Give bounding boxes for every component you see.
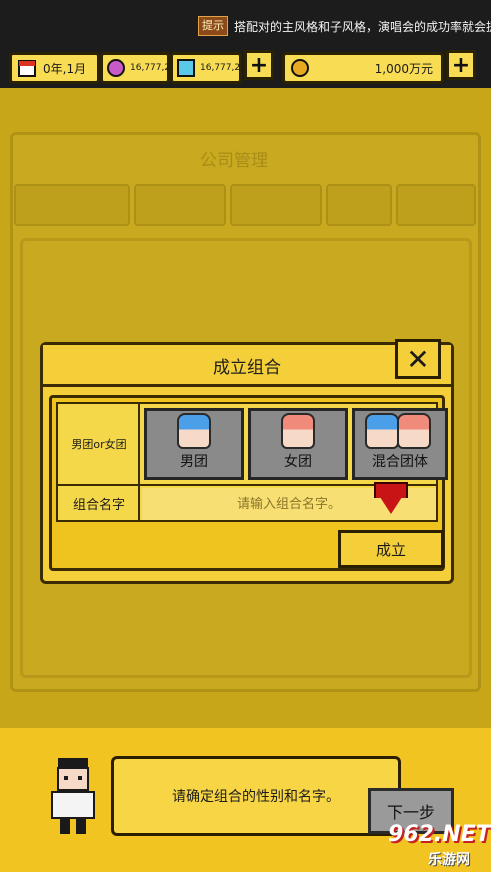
add-money-button[interactable]: + xyxy=(446,50,476,80)
blue-gem-display: 16,777,215 xyxy=(170,52,252,84)
tip-text: 搭配对的主风格和子风格，演唱会的成功率就会提 xyxy=(234,19,491,34)
dialog-header: 成立组合 xyxy=(43,345,451,387)
create-group-dialog: 成立组合 ✕ 男团or女团 组合名字 男团 女团 混合团体 请输入组合名字。 成… xyxy=(40,339,454,584)
background-tab xyxy=(14,184,130,226)
pink-gem-display: 16,777,215 xyxy=(100,52,182,84)
dialog-title: 成立组合 xyxy=(213,358,281,378)
date-value: 0年,1月 xyxy=(43,61,87,76)
background-tab xyxy=(230,184,322,226)
dialog-body: 男团or女团 组合名字 男团 女团 混合团体 成立 xyxy=(49,395,448,571)
girl-group-label: 女团 xyxy=(284,454,312,470)
boy-group-button[interactable]: 男团 xyxy=(144,408,244,480)
pink-gem-icon xyxy=(107,57,125,79)
boy-group-label: 男团 xyxy=(180,454,208,470)
tip-tag: 提示 xyxy=(198,16,228,36)
boy-avatar-icon xyxy=(365,413,399,449)
tip-bar: 提示 搭配对的主风格和子风格，演唱会的成功率就会提 xyxy=(198,15,491,37)
date-display: 0年,1月 xyxy=(9,52,100,84)
calendar-icon xyxy=(16,57,38,79)
money-display: 1,000万元 xyxy=(282,52,444,84)
background-tab xyxy=(396,184,476,226)
watermark-sub: 乐游网 xyxy=(428,852,470,868)
girl-group-button[interactable]: 女团 xyxy=(248,408,348,480)
name-row-label: 组合名字 xyxy=(72,497,125,513)
tutorial-message: 请确定组合的性别和名字。 xyxy=(111,756,401,836)
mixed-group-button[interactable]: 混合团体 xyxy=(352,408,448,480)
girl-avatar-icon xyxy=(281,413,315,449)
pointer-arrow-tip xyxy=(378,494,404,514)
manager-character-icon xyxy=(44,756,102,836)
type-row-label: 男团or女团 xyxy=(71,438,127,451)
mixed-group-label: 混合团体 xyxy=(372,454,428,470)
money-value: 1,000万元 xyxy=(374,61,433,76)
watermark-logo: 962.NET 乐游网 xyxy=(388,822,491,868)
blue-gem-icon xyxy=(177,57,195,79)
background-tab xyxy=(326,184,392,226)
watermark-main: 962.NET xyxy=(388,822,491,847)
close-button[interactable]: ✕ xyxy=(395,339,441,379)
close-icon: ✕ xyxy=(406,342,430,376)
boy-avatar-icon xyxy=(177,413,211,449)
background-tab xyxy=(134,184,226,226)
confirm-button[interactable]: 成立 xyxy=(338,530,444,568)
background-title: 公司管理 xyxy=(200,151,268,171)
add-gem-button[interactable]: + xyxy=(244,50,274,80)
girl-avatar-icon xyxy=(397,413,431,449)
coin-icon xyxy=(289,57,311,79)
